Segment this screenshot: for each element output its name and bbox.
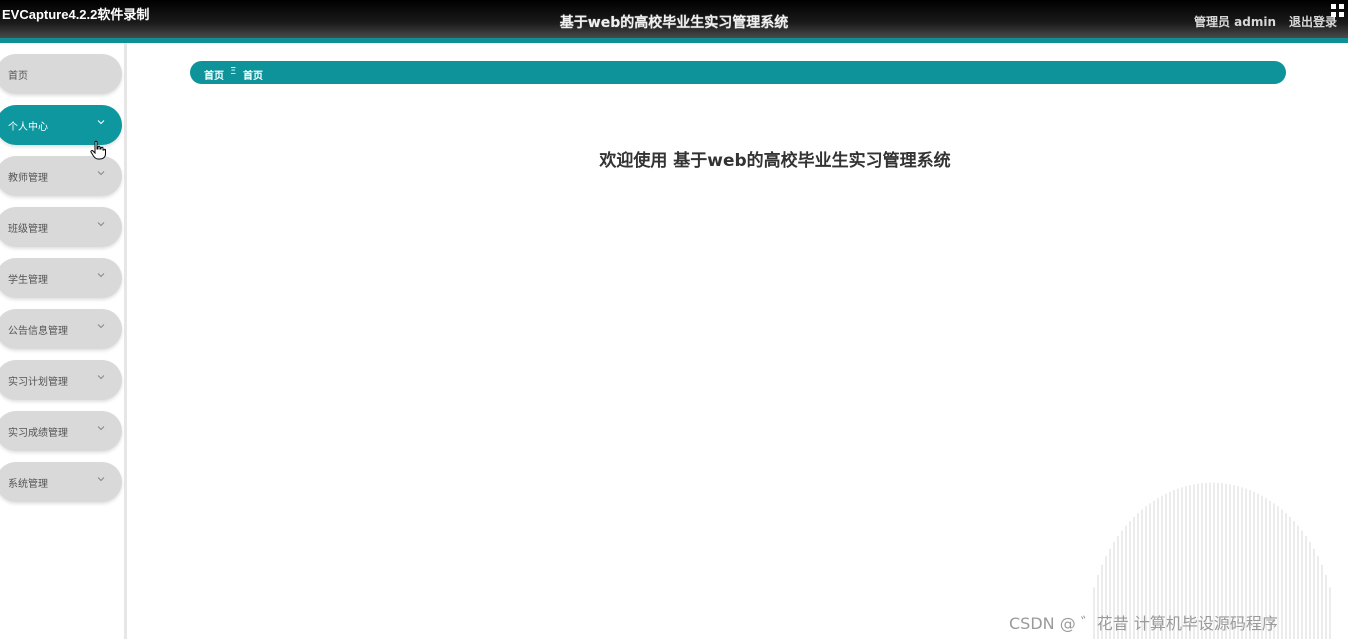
header-accent-stripe <box>0 38 1348 43</box>
chevron-down-icon <box>97 222 105 227</box>
chevron-down-icon <box>97 120 105 125</box>
sidebar: 首页 个人中心 教师管理 班级管理 学生管理 公告信息管理 实习计划管理 实习成… <box>0 43 127 639</box>
chevron-down-icon <box>97 477 105 482</box>
sidebar-item-label: 首页 <box>8 71 28 82</box>
sidebar-item-label: 学生管理 <box>8 275 48 286</box>
sidebar-item-label: 公告信息管理 <box>8 326 68 337</box>
sidebar-item-announcements[interactable]: 公告信息管理 <box>0 309 122 349</box>
sidebar-item-internship-grades[interactable]: 实习成绩管理 <box>0 411 122 451</box>
sidebar-item-personal-center[interactable]: 个人中心 <box>0 105 122 145</box>
welcome-heading: 欢迎使用 基于web的高校毕业生实习管理系统 <box>599 151 951 171</box>
csdn-watermark: CSDN @ ゛花昔 计算机毕设源码程序 <box>1009 614 1278 633</box>
sidebar-item-label: 实习计划管理 <box>8 377 68 388</box>
sidebar-item-home[interactable]: 首页 <box>0 54 122 94</box>
breadcrumb-separator: Ξ <box>230 66 237 77</box>
chevron-down-icon <box>97 375 105 380</box>
chevron-down-icon <box>97 426 105 431</box>
breadcrumb: 首页 Ξ 首页 <box>190 61 1286 84</box>
chevron-down-icon <box>97 324 105 329</box>
sidebar-item-students[interactable]: 学生管理 <box>0 258 122 298</box>
sidebar-item-label: 个人中心 <box>8 122 48 133</box>
sidebar-item-label: 系统管理 <box>8 479 48 490</box>
breadcrumb-current: 首页 <box>243 71 263 82</box>
admin-user-label: 管理员 admin <box>1194 15 1277 29</box>
fullscreen-icon[interactable] <box>1330 3 1345 18</box>
sidebar-item-label: 班级管理 <box>8 224 48 235</box>
breadcrumb-home-link[interactable]: 首页 <box>204 67 224 82</box>
chevron-down-icon <box>97 273 105 278</box>
sidebar-item-system[interactable]: 系统管理 <box>0 462 122 502</box>
sidebar-item-classes[interactable]: 班级管理 <box>0 207 122 247</box>
top-bar: EVCapture4.2.2软件录制 基于web的高校毕业生实习管理系统 管理员… <box>0 0 1348 38</box>
sidebar-item-label: 实习成绩管理 <box>8 428 68 439</box>
app-title: 基于web的高校毕业生实习管理系统 <box>559 15 789 31</box>
sidebar-item-internship-plans[interactable]: 实习计划管理 <box>0 360 122 400</box>
sidebar-item-label: 教师管理 <box>8 173 48 184</box>
